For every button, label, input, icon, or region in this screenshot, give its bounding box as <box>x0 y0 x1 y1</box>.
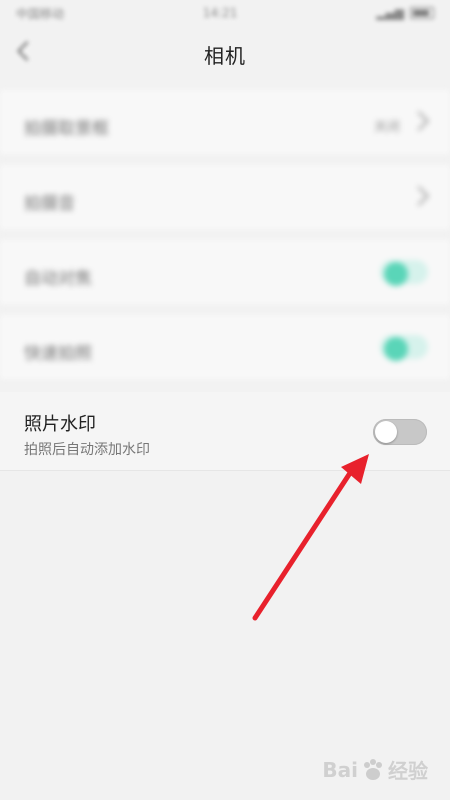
toggle-knob <box>384 337 408 361</box>
signal-icon: ▂▄▆ <box>376 6 404 20</box>
toggle-switch[interactable] <box>380 335 428 361</box>
setting-label: 拍摄音 <box>24 194 75 214</box>
status-bar: 中国移动 14:21 ▂▄▆ <box>0 0 450 26</box>
setting-title: 照片水印 <box>24 414 96 435</box>
setting-value: 关闭 <box>373 120 400 135</box>
chevron-right-icon <box>409 111 429 131</box>
back-icon[interactable] <box>17 41 37 61</box>
setting-row-framing[interactable]: 拍摄取景框 关闭 <box>0 90 450 154</box>
arrow-shaft <box>252 467 355 621</box>
header: 相机 <box>0 26 450 82</box>
setting-row-quick-shot[interactable]: 快速拍照 <box>0 315 450 379</box>
setting-row-autofocus[interactable]: 自动对焦 <box>0 240 450 304</box>
baidu-watermark: Bai 经验 <box>322 755 428 784</box>
watermark-text-right: 经验 <box>388 759 428 783</box>
carrier-label: 中国移动 <box>16 6 65 21</box>
setting-subtitle: 拍照后自动添加水印 <box>24 442 150 458</box>
setting-label: 快速拍照 <box>24 344 92 364</box>
status-icons: ▂▄▆ <box>376 6 434 20</box>
toggle-knob <box>384 262 408 286</box>
setting-label: 自动对焦 <box>24 269 92 289</box>
chevron-right-icon <box>409 186 429 206</box>
paw-icon <box>364 758 382 780</box>
photo-watermark-toggle[interactable] <box>373 419 427 445</box>
toggle-knob <box>375 421 397 443</box>
setting-label: 拍摄取景框 <box>24 119 109 139</box>
watermark-text-left: Bai <box>322 757 358 782</box>
setting-row-shutter-sound[interactable]: 拍摄音 <box>0 165 450 229</box>
page-title: 相机 <box>204 43 246 68</box>
clock: 14:21 <box>202 6 238 20</box>
battery-icon <box>409 7 434 19</box>
toggle-switch[interactable] <box>380 260 428 286</box>
